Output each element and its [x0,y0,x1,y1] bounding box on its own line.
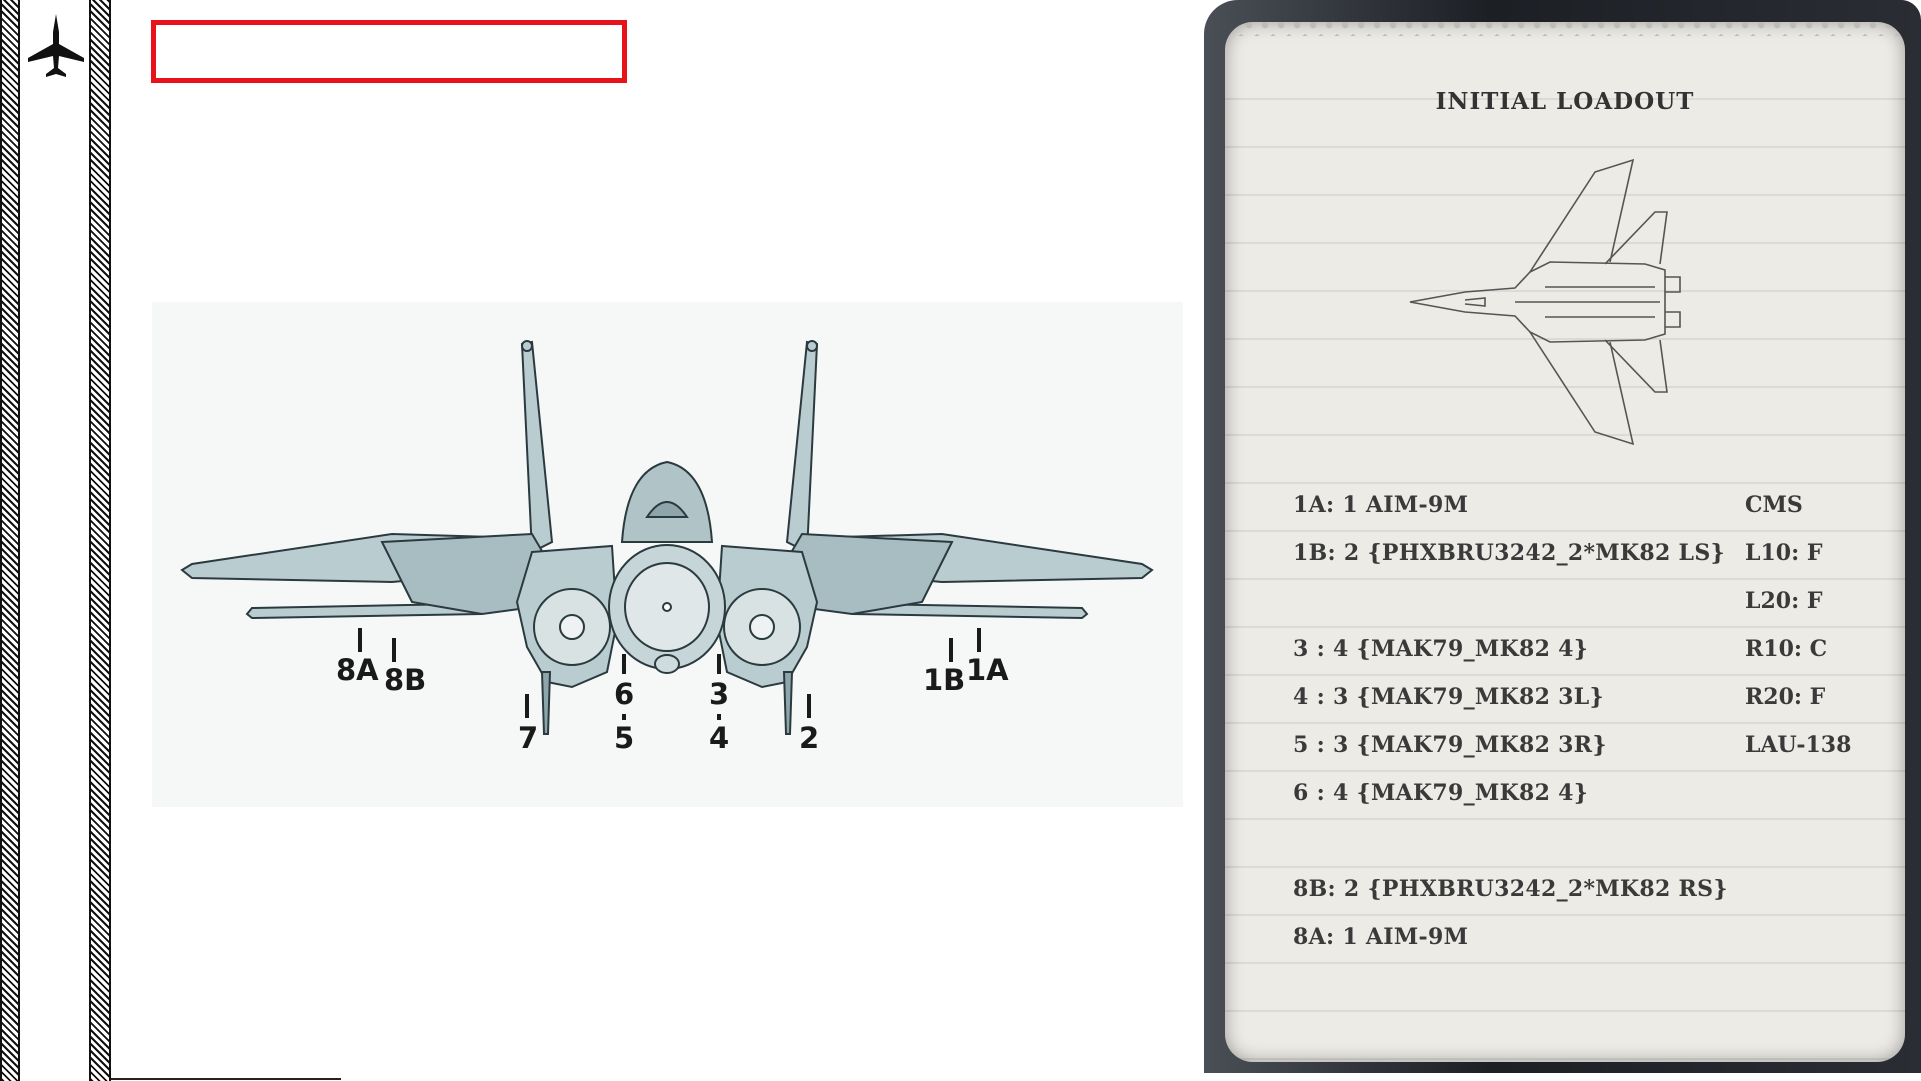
station-label-1B: 1B [923,663,965,697]
loadout-line-4: 4 : 3 {MAK79_MK82 3L} [1293,684,1604,710]
cms-r20: R20: F [1745,684,1826,710]
pylon-station-diagram: 8A 8B 7 6 5 3 4 2 1B 1A [152,302,1183,807]
kneeboard-page: INITIAL LOADOUT 1A: 1 AIM-9M 1B: 2 {PHXB… [1225,22,1905,1062]
jet-silhouette-icon [28,14,84,77]
cms-l10: L10: F [1745,540,1823,566]
station-label-7: 7 [518,721,538,755]
station-label-3: 3 [709,677,729,711]
loadout-line-1A: 1A: 1 AIM-9M [1293,492,1469,518]
station-label-2: 2 [799,721,819,755]
kneeboard-title: INITIAL LOADOUT [1435,88,1695,115]
loadout-line-8A: 8A: 1 AIM-9M [1293,924,1469,950]
loadout-line-3: 3 : 4 {MAK79_MK82 4} [1293,636,1589,662]
rail-stripe-right [89,0,111,1081]
station-label-8B: 8B [384,663,426,697]
cms-header: CMS [1745,492,1803,518]
left-vertical-tail [520,340,554,554]
cms-l20: L20: F [1745,588,1823,614]
cms-lau138: LAU-138 [1745,732,1852,758]
station-label-8A: 8A [336,653,379,687]
loadout-line-8B: 8B: 2 {PHXBRU3242_2*MK82 RS} [1293,876,1728,902]
station-label-6: 6 [614,677,634,711]
notepad-binding [1225,22,1905,36]
loadout-line-1B: 1B: 2 {PHXBRU3242_2*MK82 LS} [1293,540,1725,566]
right-vertical-tail [785,340,819,554]
cms-r10: R10: C [1745,636,1828,662]
f14-top-view-sketch [1409,158,1681,446]
rail-stripe-left [0,0,20,1081]
station-label-4: 4 [709,721,729,755]
kneeboard-panel: INITIAL LOADOUT 1A: 1 AIM-9M 1B: 2 {PHXB… [1204,0,1921,1073]
loadout-line-6: 6 : 4 {MAK79_MK82 4} [1293,780,1589,806]
loadout-line-5: 5 : 3 {MAK79_MK82 3R} [1293,732,1607,758]
highlight-box [151,20,627,83]
footer-rule [111,1078,341,1080]
station-label-1A: 1A [966,653,1009,687]
station-label-5: 5 [614,721,634,755]
